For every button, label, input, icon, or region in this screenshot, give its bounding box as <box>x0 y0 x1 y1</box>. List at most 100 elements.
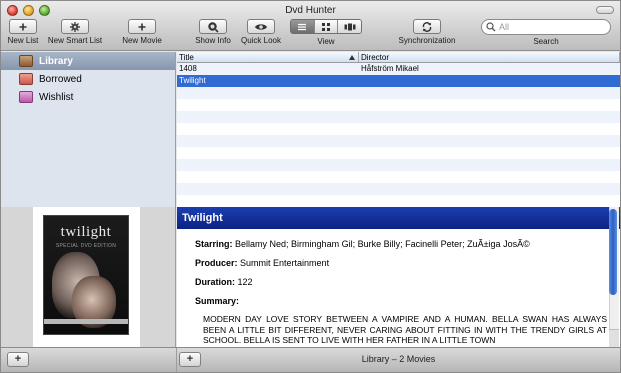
bottom-bar: + + Library – 2 Movies <box>1 347 620 372</box>
detail-scrollbar-thumb[interactable] <box>609 209 617 295</box>
quick-look-tool[interactable]: Quick Look <box>238 19 284 45</box>
producer-value: Summit Entertainment <box>240 258 330 268</box>
dvd-cover-title: twilight <box>60 224 112 240</box>
toolbar-toggle-button[interactable] <box>596 6 614 14</box>
cell-title: Twilight <box>179 76 206 85</box>
search-label: Search <box>533 37 559 46</box>
sort-ascending-icon <box>349 55 355 60</box>
synchronization-tool[interactable]: Synchronization <box>395 19 459 45</box>
sidebar-item-label: Wishlist <box>39 91 74 103</box>
summary-text: MODERN DAY LOVE STORY BETWEEN A VAMPIRE … <box>203 314 607 345</box>
dvd-cover-subtitle: SPECIAL DVD EDITION <box>55 243 117 249</box>
table-body: 1408 Håfström Mikael Twilight <box>177 63 620 207</box>
grid-view-icon <box>322 22 330 31</box>
plus-icon <box>19 23 27 30</box>
new-movie-button[interactable] <box>128 19 156 34</box>
add-list-button[interactable]: + <box>7 352 29 367</box>
title-toolbar: Dvd Hunter New List New Smart List New M… <box>1 1 620 51</box>
cover-band <box>44 319 128 324</box>
summary-field: Summary: <box>195 295 607 307</box>
plus-icon <box>138 23 146 30</box>
new-movie-label: New Movie <box>122 36 162 45</box>
quick-look-label: Quick Look <box>240 36 282 45</box>
view-list-segment[interactable] <box>291 20 315 33</box>
empty-row <box>177 99 620 111</box>
search-input[interactable] <box>499 21 604 33</box>
show-info-button[interactable] <box>199 19 227 34</box>
cell-director: Håfström Mikael <box>361 64 419 73</box>
show-info-label: Show Info <box>195 36 231 45</box>
empty-row <box>177 171 620 183</box>
table-row-selected[interactable]: Twilight <box>177 75 620 87</box>
empty-row <box>177 135 620 147</box>
new-smart-list-button[interactable] <box>61 19 89 34</box>
app-window: Dvd Hunter New List New Smart List New M… <box>0 0 621 373</box>
borrowed-icon <box>19 73 33 85</box>
dvd-cover-image[interactable]: twilight SPECIAL DVD EDITION <box>43 215 129 335</box>
cover-pane: twilight SPECIAL DVD EDITION <box>1 207 176 347</box>
quick-look-button[interactable] <box>247 19 275 34</box>
detail-heading: Twilight <box>177 207 620 229</box>
search-field[interactable] <box>481 19 611 35</box>
cover-card: twilight SPECIAL DVD EDITION <box>33 207 140 347</box>
column-header-director[interactable]: Director <box>359 52 620 62</box>
summary-label: Summary: <box>195 296 240 306</box>
sidebar: Library Borrowed Wishlist <box>1 52 176 207</box>
new-list-tool[interactable]: New List <box>6 19 40 45</box>
detail-body: Starring: Bellamy Ned; Birmingham Gil; B… <box>195 238 607 346</box>
column-title-label: Title <box>179 53 194 62</box>
new-smart-list-label: New Smart List <box>47 36 103 45</box>
view-segmented-control[interactable] <box>290 19 362 34</box>
view-label-wrap: View <box>290 37 362 46</box>
starring-label: Starring: <box>195 239 233 249</box>
empty-row <box>177 147 620 159</box>
empty-row <box>177 195 620 207</box>
scroll-arrows[interactable] <box>609 329 619 347</box>
table-row[interactable]: 1408 Håfström Mikael <box>177 63 620 75</box>
detail-pane: Twilight Starring: Bellamy Ned; Birmingh… <box>177 207 620 347</box>
empty-row <box>177 87 620 99</box>
sidebar-item-wishlist[interactable]: Wishlist <box>1 88 175 106</box>
sidebar-item-borrowed[interactable]: Borrowed <box>1 70 175 88</box>
cell-title: 1408 <box>179 64 197 73</box>
new-movie-tool[interactable]: New Movie <box>120 19 164 45</box>
show-info-tool[interactable]: Show Info <box>193 19 233 45</box>
detail-scrollbar-track[interactable] <box>609 207 619 347</box>
search-label-wrap: Search <box>481 37 611 46</box>
duration-value: 122 <box>237 277 253 287</box>
status-text: Library – 2 Movies <box>361 354 436 364</box>
new-list-label: New List <box>7 36 39 45</box>
starring-value: Bellamy Ned; Birmingham Gil; Burke Billy… <box>235 239 530 249</box>
new-smart-list-tool[interactable]: New Smart List <box>45 19 105 45</box>
column-header-title[interactable]: Title <box>177 52 359 62</box>
window-title: Dvd Hunter <box>285 5 336 16</box>
sidebar-item-library[interactable]: Library <box>1 52 175 70</box>
producer-label: Producer: <box>195 258 238 268</box>
search-icon <box>486 22 496 32</box>
cell-director <box>359 75 620 87</box>
starring-field: Starring: Bellamy Ned; Birmingham Gil; B… <box>195 238 607 250</box>
sidebar-item-label: Borrowed <box>39 73 82 85</box>
cover-flow-icon <box>344 23 356 30</box>
view-coverflow-segment[interactable] <box>338 20 361 33</box>
view-grid-segment[interactable] <box>314 20 339 33</box>
magnifier-icon <box>208 21 219 32</box>
view-label: View <box>317 37 335 46</box>
movie-table: Title Director 1408 Håfström Mikael Twil… <box>177 52 620 207</box>
synchronization-label: Synchronization <box>398 36 456 45</box>
list-view-icon <box>298 23 307 30</box>
table-header: Title Director <box>177 52 620 63</box>
wishlist-icon <box>19 91 33 103</box>
library-icon <box>19 55 33 67</box>
empty-row <box>177 159 620 171</box>
eye-icon <box>255 23 267 30</box>
synchronization-button[interactable] <box>413 19 441 34</box>
empty-row <box>177 123 620 135</box>
duration-label: Duration: <box>195 277 235 287</box>
producer-field: Producer: Summit Entertainment <box>195 257 607 269</box>
new-list-button[interactable] <box>9 19 37 34</box>
empty-row <box>177 183 620 195</box>
empty-row <box>177 111 620 123</box>
sidebar-item-label: Library <box>39 55 73 67</box>
gear-icon <box>70 21 80 32</box>
